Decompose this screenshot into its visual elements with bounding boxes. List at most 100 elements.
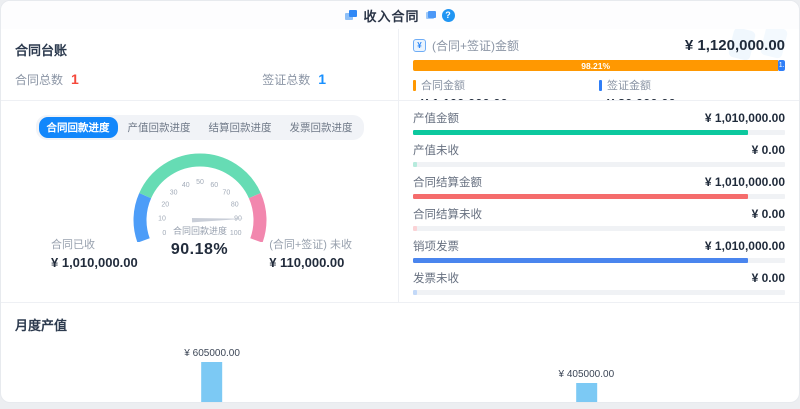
gauge-tick-label: 50	[196, 179, 204, 186]
stat-label: 合同总数	[15, 71, 63, 88]
gauge-tick-label: 40	[181, 182, 189, 189]
row-label: 发票未收	[413, 270, 459, 286]
legend-label: 合同金额	[421, 77, 465, 93]
unreceived-amount: (合同+签证) 未收 ¥ 110,000.00	[269, 236, 352, 270]
ledger-body: 合同回款进度产值回款进度结算回款进度发票回款进度 010203040506070…	[1, 115, 398, 282]
month-bar-group-8月: ¥ 405000.00 8月	[559, 369, 615, 403]
received-value: ¥ 1,010,000.00	[51, 255, 138, 270]
gauge-name: 合同回款进度	[172, 225, 226, 236]
ledger-header: 合同台账 合同总数 1签证总数 1	[1, 29, 398, 101]
row-bar-fill	[413, 290, 417, 295]
gauge-segment	[254, 196, 259, 241]
bar-value-label: ¥ 605000.00	[184, 348, 240, 359]
tab-发票回款进度[interactable]: 发票回款进度	[282, 117, 361, 138]
stat-合同总数: 合同总数 1	[15, 71, 79, 88]
visa-portion: 1.	[778, 60, 785, 71]
row-value: ¥ 1,010,000.00	[705, 239, 785, 253]
received-amount: 合同已收 ¥ 1,010,000.00	[51, 236, 138, 270]
stat-签证总数: 签证总数 1	[262, 71, 326, 88]
document-icon-left	[345, 10, 357, 20]
row-label: 合同结算未收	[413, 206, 482, 222]
row-bar-fill	[413, 226, 417, 231]
document-icon-right	[426, 11, 436, 19]
summary-header-block: ¥ (合同+签证)金额 ¥ 1,120,000.00 98.21% 1. 合同金…	[399, 29, 799, 101]
legend-合同金额: 合同金额 ¥ 1,100,000.00	[413, 77, 599, 101]
bar	[576, 383, 597, 403]
amount-rows: 产值金额 ¥ 1,010,000.00 产值未收 ¥ 0.00 合同结算金额 ¥…	[399, 101, 799, 295]
gauge-tick-label: 60	[210, 182, 218, 189]
stat-value: 1	[71, 71, 79, 87]
row-bar-fill	[413, 258, 748, 263]
monthly-bar-chart: ¥ 605000.00 7月 ¥ 405000.00 8月	[15, 338, 785, 403]
ledger-title: 合同台账	[15, 40, 384, 59]
bar-value-label: ¥ 405000.00	[559, 369, 615, 380]
row-bar-fill	[413, 162, 417, 167]
legend-label: 签证金额	[607, 77, 651, 93]
header: 收入合同 ?	[1, 1, 799, 29]
row-label: 产值金额	[413, 110, 459, 126]
amount-row-产值未收: 产值未收 ¥ 0.00	[413, 142, 785, 167]
contract-portion: 98.21%	[413, 60, 778, 71]
gauge-tick-label: 30	[169, 190, 177, 197]
bar	[202, 362, 223, 403]
monthly-title: 月度产值	[15, 315, 785, 334]
row-label: 销项发票	[413, 238, 459, 254]
row-bar-track	[413, 258, 785, 263]
main-area: 合同台账 合同总数 1签证总数 1 合同回款进度产值回款进度结算回款进度发票回款…	[1, 29, 799, 302]
received-label: 合同已收	[51, 236, 138, 252]
legend-value: ¥ 20,000.00	[607, 96, 785, 101]
summary-title: (合同+签证)金额	[432, 37, 519, 54]
row-value: ¥ 1,010,000.00	[705, 175, 785, 189]
gauge-tick-label: 20	[161, 202, 169, 209]
summary-total: ¥ 1,120,000.00	[685, 37, 785, 54]
amount-row-产值金额: 产值金额 ¥ 1,010,000.00	[413, 110, 785, 135]
gauge-tick-label: 70	[222, 190, 230, 197]
contract-visa-stacked-bar: 98.21% 1.	[413, 60, 785, 71]
gauge-chart: 0102030405060708090100合同回款进度	[1, 142, 398, 242]
gauge-segment	[145, 160, 255, 196]
row-bar-track	[413, 226, 785, 231]
row-bar-fill	[413, 130, 748, 135]
legend-marker	[413, 80, 416, 91]
unreceived-label: (合同+签证) 未收	[269, 236, 352, 252]
summary-legend: 合同金额 ¥ 1,100,000.00 签证金额 ¥ 20,000.00	[413, 77, 785, 101]
month-bar-group-7月: ¥ 605000.00 7月	[184, 348, 240, 403]
row-label: 产值未收	[413, 142, 459, 158]
row-value: ¥ 1,010,000.00	[705, 111, 785, 125]
legend-value: ¥ 1,100,000.00	[421, 96, 599, 101]
legend-marker	[599, 80, 602, 91]
row-bar-track	[413, 290, 785, 295]
row-bar-track	[413, 162, 785, 167]
row-value: ¥ 0.00	[752, 271, 785, 285]
row-bar-fill	[413, 194, 748, 199]
amount-summary-panel: ¥ (合同+签证)金额 ¥ 1,120,000.00 98.21% 1. 合同金…	[398, 29, 799, 302]
row-value: ¥ 0.00	[752, 143, 785, 157]
stat-value: 1	[318, 71, 326, 87]
tab-结算回款进度[interactable]: 结算回款进度	[201, 117, 280, 138]
row-bar-track	[413, 130, 785, 135]
tab-产值回款进度[interactable]: 产值回款进度	[120, 117, 199, 138]
help-icon[interactable]: ?	[442, 9, 455, 22]
amount-row-合同结算金额: 合同结算金额 ¥ 1,010,000.00	[413, 174, 785, 199]
row-value: ¥ 0.00	[752, 207, 785, 221]
progress-tabs: 合同回款进度产值回款进度结算回款进度发票回款进度	[36, 115, 364, 140]
gauge-tick-label: 80	[230, 202, 238, 209]
ledger-stats: 合同总数 1签证总数 1	[15, 71, 384, 88]
gauge-amounts: 合同已收 ¥ 1,010,000.00 (合同+签证) 未收 ¥ 110,000…	[1, 236, 398, 270]
monthly-output-section: 月度产值 ¥ 605000.00 7月 ¥ 405000.00 8月	[1, 302, 799, 403]
row-label: 合同结算金额	[413, 174, 482, 190]
stat-label: 签证总数	[262, 71, 310, 88]
income-contract-dashboard: 收入合同 ? 合同台账 合同总数 1签证总数 1 合同回款进度产值回款进度结算回…	[0, 0, 800, 403]
amount-icon: ¥	[413, 39, 426, 52]
unreceived-value: ¥ 110,000.00	[269, 255, 352, 270]
summary-header: ¥ (合同+签证)金额 ¥ 1,120,000.00	[413, 37, 785, 54]
amount-row-发票未收: 发票未收 ¥ 0.00	[413, 270, 785, 295]
amount-row-合同结算未收: 合同结算未收 ¥ 0.00	[413, 206, 785, 231]
contract-ledger-panel: 合同台账 合同总数 1签证总数 1 合同回款进度产值回款进度结算回款进度发票回款…	[1, 29, 398, 302]
amount-row-销项发票: 销项发票 ¥ 1,010,000.00	[413, 238, 785, 263]
tab-合同回款进度[interactable]: 合同回款进度	[39, 117, 118, 138]
legend-签证金额: 签证金额 ¥ 20,000.00	[599, 77, 785, 101]
page-title: 收入合同	[363, 6, 419, 25]
gauge-tick-label: 10	[158, 216, 166, 223]
gauge-segment	[140, 196, 145, 241]
